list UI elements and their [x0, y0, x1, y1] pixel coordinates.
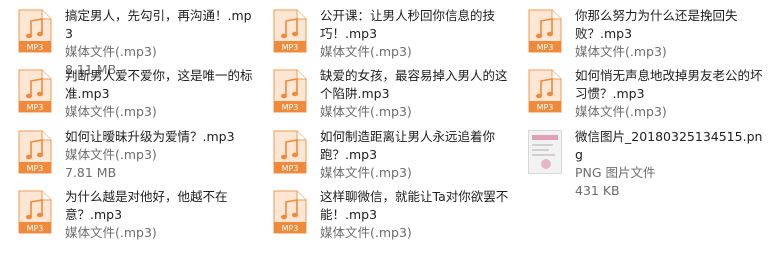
file-item[interactable]: MP3 搞定男人，先勾引，再沟通！.mp3 媒体文件(.mp3) 8.11 MB — [18, 7, 268, 77]
svg-text:MP3: MP3 — [27, 103, 44, 112]
file-type: 媒体文件(.mp3) — [320, 44, 412, 59]
file-item[interactable]: MP3 缺爱的女孩，最容易掉入男人的这个陷阱.mp3 媒体文件(.mp3) — [273, 67, 523, 127]
file-type: 媒体文件(.mp3) — [65, 104, 157, 119]
svg-text:MP3: MP3 — [282, 164, 299, 173]
file-size: 7.81 MB — [65, 165, 117, 180]
mp3-file-icon: MP3 — [18, 9, 52, 53]
mp3-file-icon: MP3 — [18, 190, 52, 234]
file-name: 微信图片_20180325134515.png — [575, 129, 763, 162]
file-name: 缺爱的女孩，最容易掉入男人的这个陷阱.mp3 — [320, 68, 508, 101]
mp3-file-icon: MP3 — [273, 190, 307, 234]
mp3-file-icon: MP3 — [18, 69, 52, 113]
file-type: 媒体文件(.mp3) — [65, 147, 157, 162]
mp3-file-icon: MP3 — [528, 9, 562, 53]
file-name: 为什么越是对他好，他越不在意？.mp3 — [65, 189, 228, 222]
svg-text:MP3: MP3 — [282, 224, 299, 233]
mp3-file-icon: MP3 — [18, 130, 52, 174]
file-name: 如何让暧昧升级为爱情？.mp3 — [65, 129, 235, 144]
file-type: 媒体文件(.mp3) — [320, 104, 412, 119]
mp3-file-icon: MP3 — [273, 9, 307, 53]
mp3-file-icon: MP3 — [273, 69, 307, 113]
svg-text:MP3: MP3 — [537, 103, 554, 112]
file-name: 这样聊微信，就能让Ta对你欲罢不能！.mp3 — [320, 189, 509, 222]
file-item[interactable]: MP3 如何悄无声息地改掉男友老公的坏习惯？.mp3 媒体文件(.mp3) — [528, 67, 777, 127]
file-item[interactable]: MP3 如何让暧昧升级为爱情？.mp3 媒体文件(.mp3) 7.81 MB — [18, 128, 268, 188]
file-item[interactable]: MP3 这样聊微信，就能让Ta对你欲罢不能！.mp3 媒体文件(.mp3) — [273, 188, 523, 248]
mp3-file-icon: MP3 — [528, 69, 562, 113]
file-name: 判断男人爱不爱你，这是唯一的标准.mp3 — [65, 68, 253, 101]
file-grid: MP3 搞定男人，先勾引，再沟通！.mp3 媒体文件(.mp3) 8.11 MB… — [0, 0, 777, 254]
file-type: 媒体文件(.mp3) — [320, 225, 412, 240]
svg-text:MP3: MP3 — [282, 43, 299, 52]
file-item[interactable]: MP3 判断男人爱不爱你，这是唯一的标准.mp3 媒体文件(.mp3) — [18, 67, 268, 127]
file-type: 媒体文件(.mp3) — [575, 104, 667, 119]
file-name: 如何悄无声息地改掉男友老公的坏习惯？.mp3 — [575, 68, 763, 101]
svg-text:MP3: MP3 — [282, 103, 299, 112]
file-item[interactable]: MP3 公开课：让男人秒回你信息的技巧！.mp3 媒体文件(.mp3) — [273, 7, 523, 67]
file-type: 媒体文件(.mp3) — [575, 44, 667, 59]
file-type: 媒体文件(.mp3) — [65, 44, 157, 59]
file-name: 公开课：让男人秒回你信息的技巧！.mp3 — [320, 8, 496, 41]
file-type: 媒体文件(.mp3) — [65, 225, 157, 240]
file-item[interactable]: MP3 为什么越是对他好，他越不在意？.mp3 媒体文件(.mp3) — [18, 188, 268, 248]
file-size: 431 KB — [575, 183, 620, 198]
file-item[interactable]: 微信图片_20180325134515.png PNG 图片文件 431 KB — [528, 128, 777, 198]
file-item[interactable]: MP3 如何制造距离让男人永远追着你跑？.mp3 媒体文件(.mp3) — [273, 128, 523, 188]
mp3-file-icon: MP3 — [273, 130, 307, 174]
file-name: 如何制造距离让男人永远追着你跑？.mp3 — [320, 129, 496, 162]
file-type: PNG 图片文件 — [575, 165, 656, 180]
svg-text:MP3: MP3 — [27, 224, 44, 233]
file-type: 媒体文件(.mp3) — [320, 165, 412, 180]
svg-text:MP3: MP3 — [27, 164, 44, 173]
file-name: 你那么努力为什么还是挽回失败？.mp3 — [575, 8, 738, 41]
svg-text:MP3: MP3 — [537, 43, 554, 52]
file-name: 搞定男人，先勾引，再沟通！.mp3 — [65, 8, 252, 41]
file-item[interactable]: MP3 你那么努力为什么还是挽回失败？.mp3 媒体文件(.mp3) — [528, 7, 777, 67]
svg-text:MP3: MP3 — [27, 43, 44, 52]
png-thumbnail-icon — [528, 130, 562, 174]
